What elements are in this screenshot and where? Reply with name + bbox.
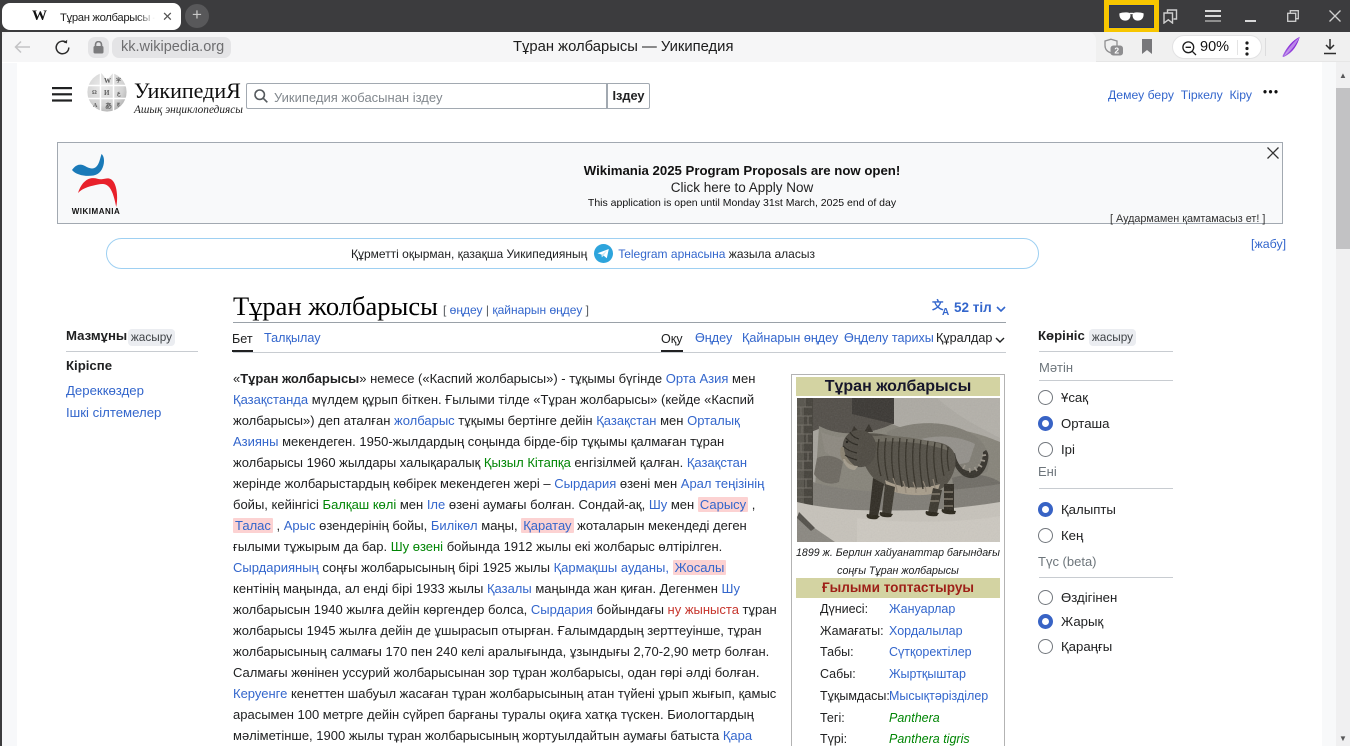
svg-text:字: 字 <box>116 77 121 84</box>
svg-text:W: W <box>104 77 111 85</box>
svg-text:あ: あ <box>105 101 112 110</box>
svg-text:А: А <box>93 103 98 109</box>
svg-text:ह: ह <box>116 102 120 108</box>
svg-text:WIKIMANIA: WIKIMANIA <box>72 207 121 216</box>
svg-text:Ω: Ω <box>92 90 97 96</box>
svg-text:A: A <box>942 307 949 315</box>
svg-text:ع: ع <box>117 91 121 97</box>
svg-text:2: 2 <box>1114 46 1119 56</box>
svg-text:И: И <box>104 89 110 97</box>
